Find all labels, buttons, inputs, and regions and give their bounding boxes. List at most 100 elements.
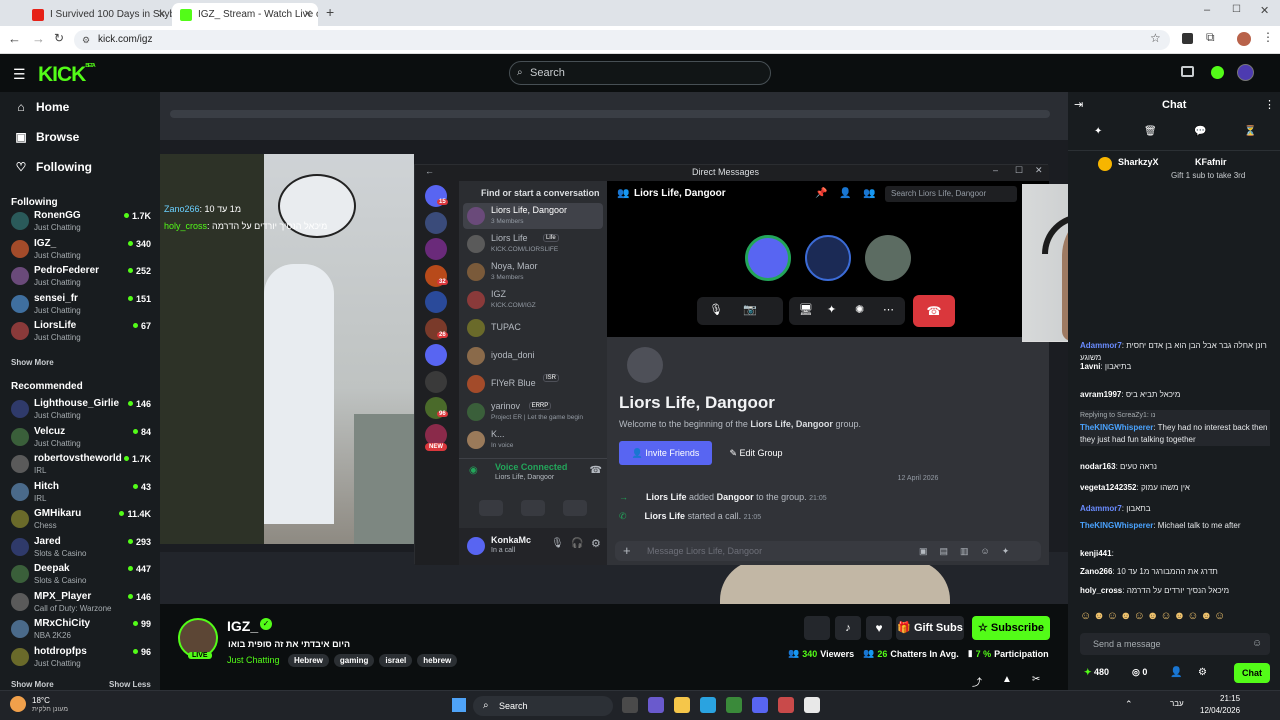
event-actor[interactable]: Liors Life (645, 511, 686, 521)
emoji-icon[interactable]: ☺ (1252, 633, 1262, 655)
event-actor[interactable]: Liors Life (646, 492, 687, 502)
dm-item[interactable]: yarinov ERRP Project ER | Let the game beg… (463, 399, 603, 425)
channel-item[interactable]: Hitch IRL 43 (11, 479, 151, 506)
reload-icon[interactable]: ↻ (54, 31, 64, 45)
input-language[interactable]: עבר (1170, 699, 1184, 708)
dm-search-input[interactable]: Search Liors Life, Dangoor (885, 186, 1017, 202)
show-less-button[interactable]: Show Less (109, 680, 151, 689)
browser-tab-kick[interactable]: IGZ_ Stream - Watch Live on Ki ✕ (172, 3, 318, 26)
voice-channel-label[interactable]: Liors Life, Dangoor (495, 474, 554, 481)
server-icon[interactable] (425, 344, 447, 366)
add-member-icon[interactable]: 👤 (839, 188, 851, 199)
chat-message[interactable]: Replying to ScreaZy1: נו TheKINGWhisperer… (1080, 410, 1270, 446)
hourglass-icon[interactable]: ⏳ (1244, 126, 1256, 137)
activities-icon[interactable]: ✦ (827, 303, 836, 316)
participant-avatar[interactable] (805, 235, 851, 281)
chat-username[interactable]: avram1997 (1080, 390, 1121, 399)
channel-item[interactable]: Velcuz Just Chatting 84 (11, 424, 151, 451)
bookmark-star-icon[interactable]: ☆ (1150, 31, 1161, 45)
taskbar-app-icon[interactable] (778, 697, 794, 713)
report-icon[interactable]: ▲ (1002, 674, 1012, 685)
chat-menu-icon[interactable]: ⋮ (1264, 98, 1275, 111)
taskbar-app-icon[interactable] (726, 697, 742, 713)
channel-item[interactable]: MPX_Player Call of Duty: Warzone 146 (11, 589, 151, 616)
tag-pill[interactable]: Hebrew (288, 654, 329, 667)
channel-item[interactable]: LiorsLife Just Chatting 67 (11, 318, 151, 345)
chat-message[interactable]: avram1997: מיכאל תביא ביס (1080, 389, 1270, 401)
user-avatar[interactable] (1237, 64, 1254, 81)
clock-date[interactable]: 12/04/2026 (1200, 706, 1240, 715)
clip-icon[interactable]: ✂ (1032, 674, 1040, 685)
kick-logo[interactable]: KICKBETA (38, 63, 96, 87)
channel-item[interactable]: MRxChiCity NBA 2K26 99 (11, 616, 151, 643)
chat-message[interactable]: kenji441: (1080, 548, 1270, 560)
theater-mode-button[interactable] (804, 616, 830, 640)
dm-item[interactable]: Liors Life Life KICK.COM/LIORSLIFE (463, 231, 603, 257)
supporter-name[interactable]: KFafnir (1195, 157, 1227, 167)
extensions-puzzle-icon[interactable]: ⧉ (1206, 30, 1215, 45)
channel-item[interactable]: IGZ_ Just Chatting 340 (11, 236, 151, 263)
taskbar-search[interactable]: ⌕ Search (473, 696, 613, 716)
extension-icon[interactable] (1182, 33, 1193, 44)
mute-control[interactable]: 🎙 📷 (697, 297, 783, 325)
notifications-bell-button[interactable]: ♪ (835, 616, 861, 640)
tray-overflow-icon[interactable]: ⌃ (1125, 699, 1133, 710)
dm-item[interactable]: IGZ KICK.COM/IGZ (463, 287, 603, 313)
chat-message[interactable]: holy_cross: מיכאל הנסיך יורדים על הדרמה (1080, 585, 1270, 597)
dm-item[interactable]: FlYeR Blue ISR (463, 371, 603, 397)
browser-tab-youtube[interactable]: I Survived 100 Days in Skyblock ✕ (24, 3, 172, 26)
minimize-icon[interactable]: – (993, 165, 998, 175)
pin-icon[interactable]: 📌 (815, 188, 827, 199)
clock-time[interactable]: 21:15 (1220, 694, 1240, 703)
composer-toolbar-icons[interactable]: ▣▤▥☺✦ (919, 541, 1021, 561)
server-icon[interactable] (425, 211, 447, 234)
channel-item[interactable]: Deepak Slots & Casino 447 (11, 561, 151, 588)
maximize-icon[interactable]: ☐ (1015, 165, 1023, 176)
more-menu-icon[interactable]: ⋮ (1262, 30, 1274, 44)
chat-username[interactable]: kenji441 (1080, 549, 1112, 558)
chat-username[interactable]: Zano266 (1080, 567, 1112, 576)
chat-username[interactable]: Adammor7 (1080, 341, 1122, 350)
close-icon[interactable]: ✕ (158, 9, 166, 20)
chat-message[interactable]: Adammor7: בתאבון (1080, 503, 1270, 515)
kick-points[interactable]: ✦ 480 (1084, 667, 1109, 678)
server-icon[interactable]: 26 (425, 317, 448, 340)
dm-item[interactable]: TUPAC (463, 315, 603, 341)
edit-group-button[interactable]: ✎ Edit Group (721, 441, 791, 465)
channel-item[interactable]: Jared Slots & Casino 293 (11, 534, 151, 561)
chat-message[interactable]: 1avni: בתיאבון (1080, 361, 1270, 373)
more-icon[interactable]: ⋯ (883, 303, 894, 316)
share-icon[interactable]: ⤴ (972, 674, 982, 689)
participant-avatar[interactable] (865, 235, 911, 281)
category-link[interactable]: Just Chatting (227, 655, 280, 665)
send-message-input[interactable]: Send a message ☺ (1080, 633, 1270, 655)
channel-item[interactable]: RonenGG Just Chatting 1.7K (11, 208, 151, 235)
forward-icon[interactable]: → (32, 31, 45, 46)
dm-item[interactable]: Noya, Maor 3 Members (463, 259, 603, 285)
close-icon[interactable]: ✕ (1035, 165, 1043, 176)
weather-temp[interactable]: 18°C (32, 696, 50, 705)
url-field[interactable]: ⚙ kick.com/igz (74, 30, 1170, 50)
microphone-icon[interactable]: 🎙 (551, 538, 564, 549)
channel-item[interactable]: PedroFederer Just Chatting 252 (11, 263, 151, 290)
nav-following[interactable]: ♡ Following (14, 160, 92, 174)
channel-item[interactable]: hotdropfps Just Chatting 96 (11, 644, 151, 671)
nav-browse[interactable]: ▣ Browse (14, 130, 79, 144)
server-icon[interactable]: 32 (425, 264, 448, 287)
find-conversation-input[interactable]: Find or start a conversation (481, 188, 600, 198)
send-chat-button[interactable]: Chat (1234, 663, 1270, 683)
supporter-name[interactable]: SharkzyX (1118, 157, 1159, 167)
collapse-chat-icon[interactable]: ⇥ (1074, 98, 1083, 111)
members-icon[interactable]: 👥 (863, 188, 875, 199)
taskbar-app-icon[interactable] (700, 697, 716, 713)
discord-window[interactable]: ← Direct Messages – ☐ ✕ 15 32 26 96 NEW Find… (414, 164, 1049, 565)
show-more-following-button[interactable]: Show More (11, 358, 54, 367)
video-player[interactable]: Zano266: מ1 עד 10 holy_cross: מיכאל הנסי… (160, 92, 1068, 604)
kick-points-icon[interactable] (1211, 66, 1224, 79)
chat-username[interactable]: TheKINGWhisperer (1080, 521, 1153, 530)
chat-message[interactable]: nodar163: נראה טעים (1080, 461, 1270, 473)
disconnect-icon[interactable]: ☎ (590, 465, 602, 476)
server-icon[interactable]: 15 (425, 185, 448, 207)
chat-username[interactable]: Adammor7 (1080, 504, 1122, 513)
hang-up-button[interactable]: ☎ (913, 295, 955, 327)
